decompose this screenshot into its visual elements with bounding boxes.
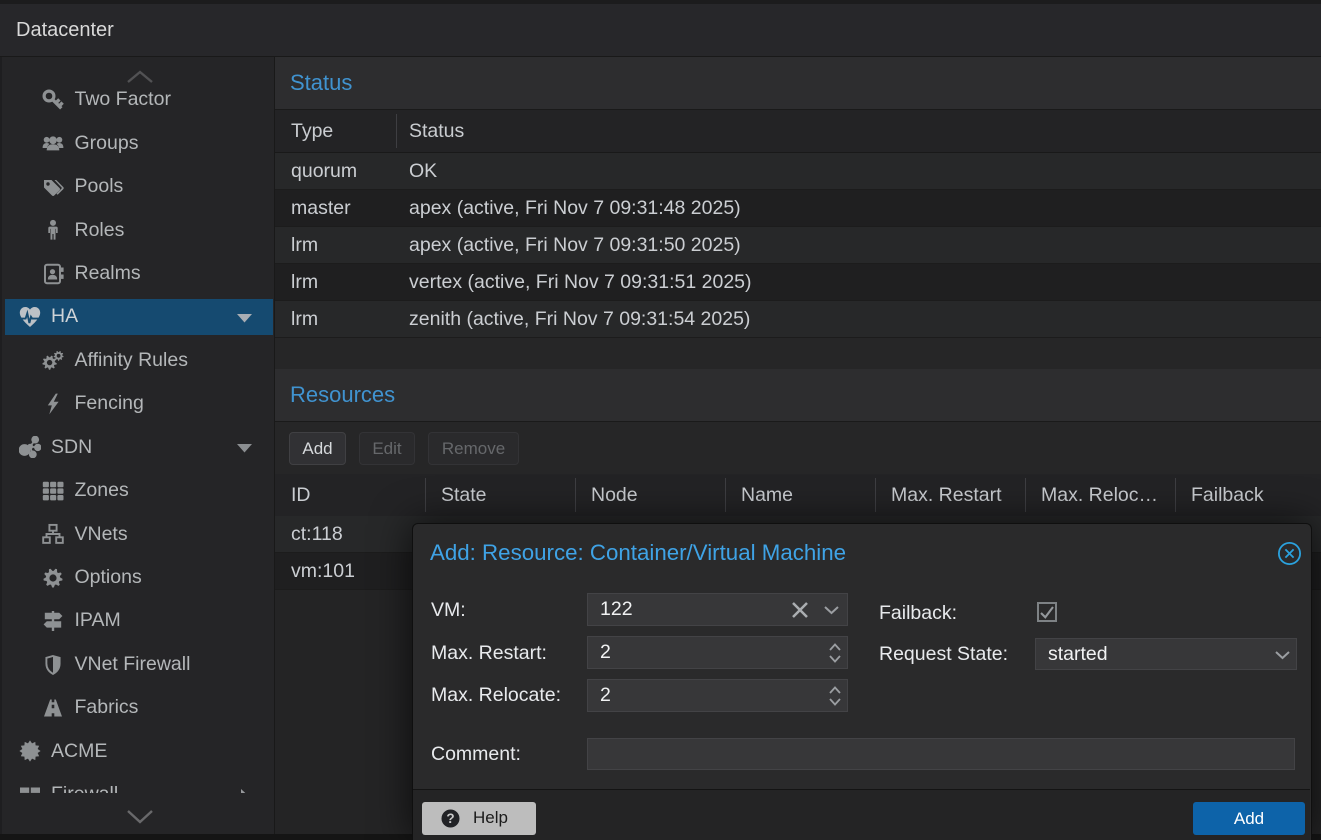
svg-text:?: ?: [446, 811, 454, 826]
